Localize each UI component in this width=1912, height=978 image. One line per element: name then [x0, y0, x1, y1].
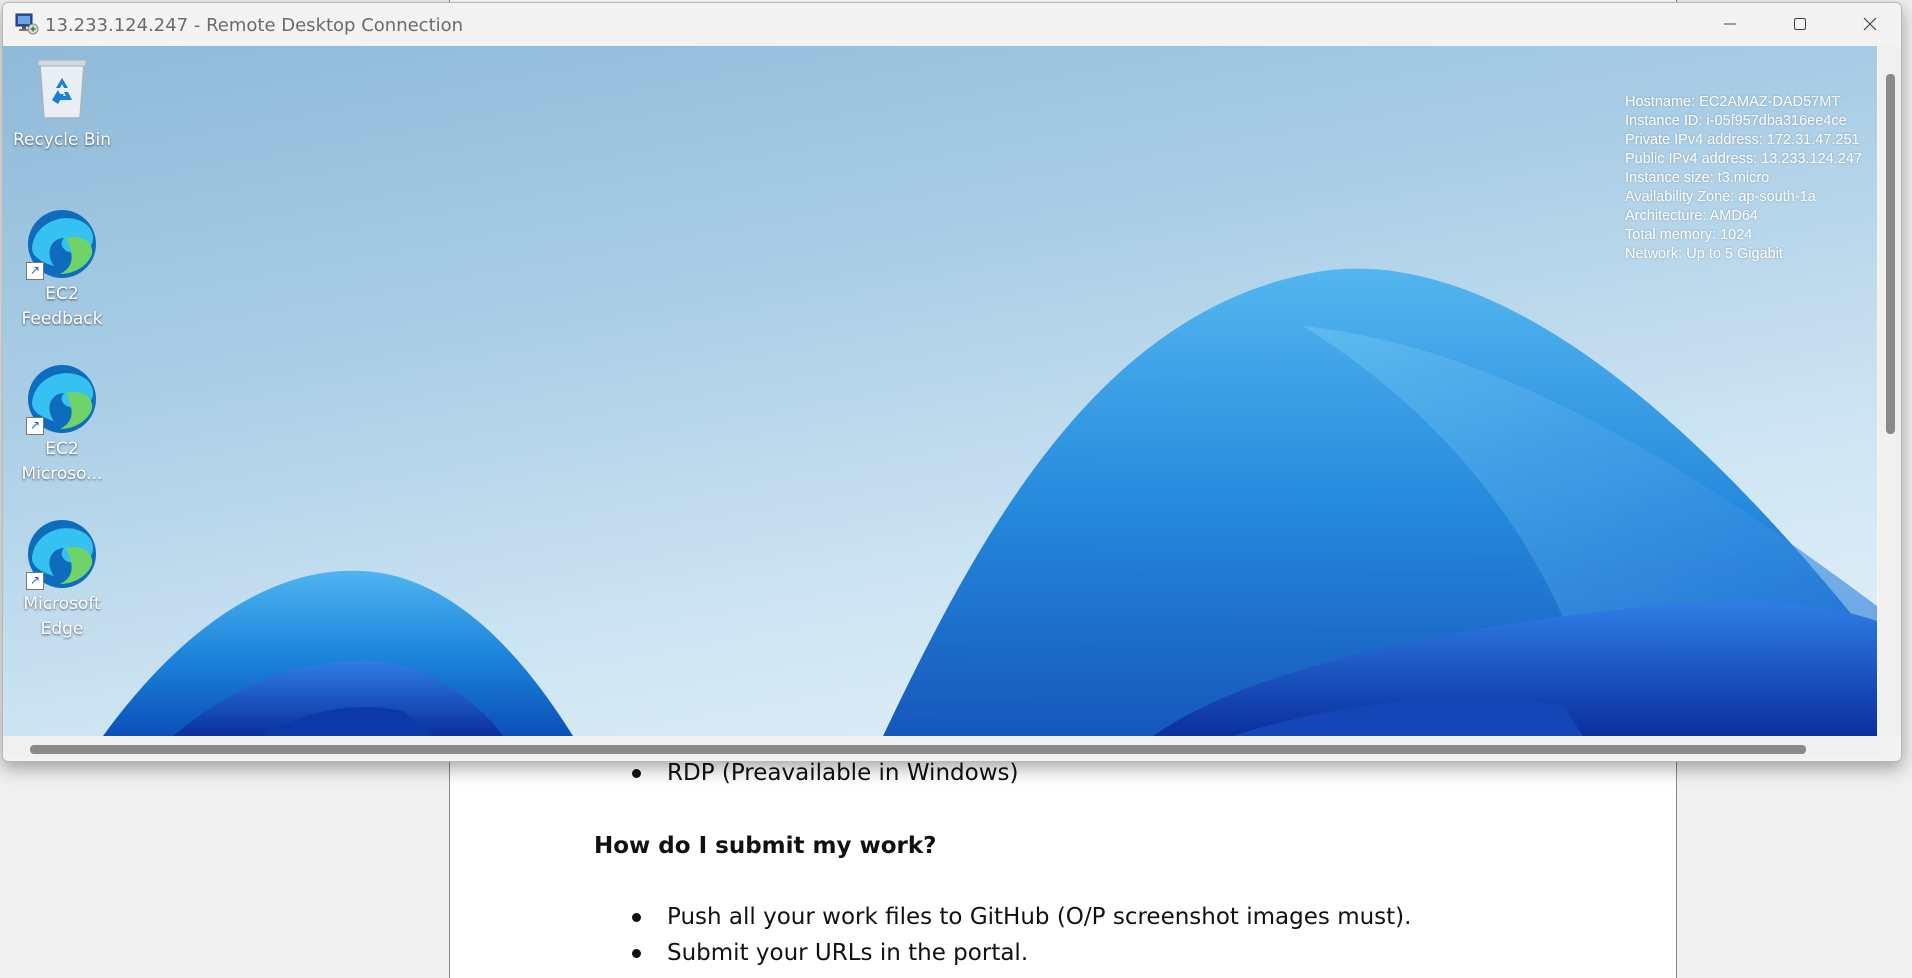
desktop-icon-microsoft-edge[interactable]: ↗ Microsoft Edge — [10, 518, 114, 642]
title-bar[interactable]: 13.233.124.247 - Remote Desktop Connecti… — [3, 3, 1901, 45]
doc-bullet-push-text: Push all your work files to GitHub (O/P … — [667, 904, 1412, 930]
minimize-button[interactable] — [1695, 3, 1765, 45]
bginfo-availability-zone: Availability Zone: ap-south-1a — [1625, 189, 1816, 205]
doc-bullet-rdp: RDP (Preavailable in Windows) — [632, 760, 1018, 786]
bginfo-architecture: Architecture: AMD64 — [1625, 208, 1758, 224]
edge-icon: ↗ — [26, 518, 98, 590]
shortcut-arrow-icon: ↗ — [26, 572, 44, 590]
bginfo-hostname: Hostname: EC2AMAZ-DAD57MT — [1625, 94, 1841, 110]
bginfo-instance-size: Instance size: t3.micro — [1625, 170, 1770, 186]
desktop-icon-recycle-bin[interactable]: Recycle Bin — [10, 54, 114, 153]
windows-bloom-wallpaper — [103, 268, 1877, 736]
desktop-icon-label: Recycle Bin — [12, 130, 111, 150]
desktop-icon-label: Microsoft Edge — [23, 594, 101, 639]
bginfo-network: Network: Up to 5 Gigabit — [1625, 246, 1783, 262]
rdp-window: 13.233.124.247 - Remote Desktop Connecti… — [2, 2, 1902, 762]
minimize-icon — [1724, 23, 1736, 25]
recycle-bin-icon — [26, 54, 98, 126]
close-icon — [1863, 17, 1877, 31]
desktop-icon-label: EC2 Feedback — [21, 284, 103, 329]
vertical-scrollbar[interactable] — [1879, 46, 1901, 736]
bullet-dot — [632, 948, 641, 958]
shortcut-arrow-icon: ↗ — [26, 262, 44, 280]
shortcut-arrow-icon: ↗ — [26, 417, 44, 435]
bullet-dot — [632, 912, 641, 922]
desktop-icon-ec2-microsoft[interactable]: ↗ EC2 Microso... — [10, 363, 114, 487]
remote-desktop-screen[interactable]: Recycle Bin ↗ EC2 Feedback ↗ EC2 Microso… — [3, 46, 1877, 736]
edge-icon: ↗ — [26, 363, 98, 435]
bginfo-total-memory: Total memory: 1024 — [1625, 227, 1753, 243]
doc-heading-submit: How do I submit my work? — [594, 833, 937, 859]
edge-icon: ↗ — [26, 208, 98, 280]
doc-bullet-rdp-text: RDP (Preavailable in Windows) — [667, 760, 1019, 786]
maximize-button[interactable] — [1765, 3, 1835, 45]
horizontal-scrollbar[interactable] — [3, 736, 1879, 758]
close-button[interactable] — [1835, 3, 1901, 45]
bullet-dot — [632, 768, 641, 778]
bginfo-panel: Hostname: EC2AMAZ-DAD57MT Instance ID: i… — [1625, 93, 1862, 264]
vertical-scrollbar-thumb[interactable] — [1886, 74, 1895, 434]
bginfo-instance-id: Instance ID: i-05f957dba316ee4ce — [1625, 113, 1847, 129]
remote-desktop-icon — [15, 13, 39, 35]
bginfo-public-ip: Public IPv4 address: 13.233.124.247 — [1625, 151, 1862, 167]
desktop-icon-label: EC2 Microso... — [21, 439, 103, 484]
doc-bullet-submit-text: Submit your URLs in the portal. — [667, 940, 1029, 966]
desktop-icon-ec2-feedback[interactable]: ↗ EC2 Feedback — [10, 208, 114, 332]
doc-bullet-push: Push all your work files to GitHub (O/P … — [632, 904, 1411, 930]
maximize-icon — [1794, 18, 1806, 30]
window-title: 13.233.124.247 - Remote Desktop Connecti… — [45, 15, 464, 36]
bginfo-private-ip: Private IPv4 address: 172.31.47.251 — [1625, 132, 1860, 148]
doc-bullet-submit: Submit your URLs in the portal. — [632, 940, 1028, 966]
horizontal-scrollbar-thumb[interactable] — [30, 745, 1806, 754]
